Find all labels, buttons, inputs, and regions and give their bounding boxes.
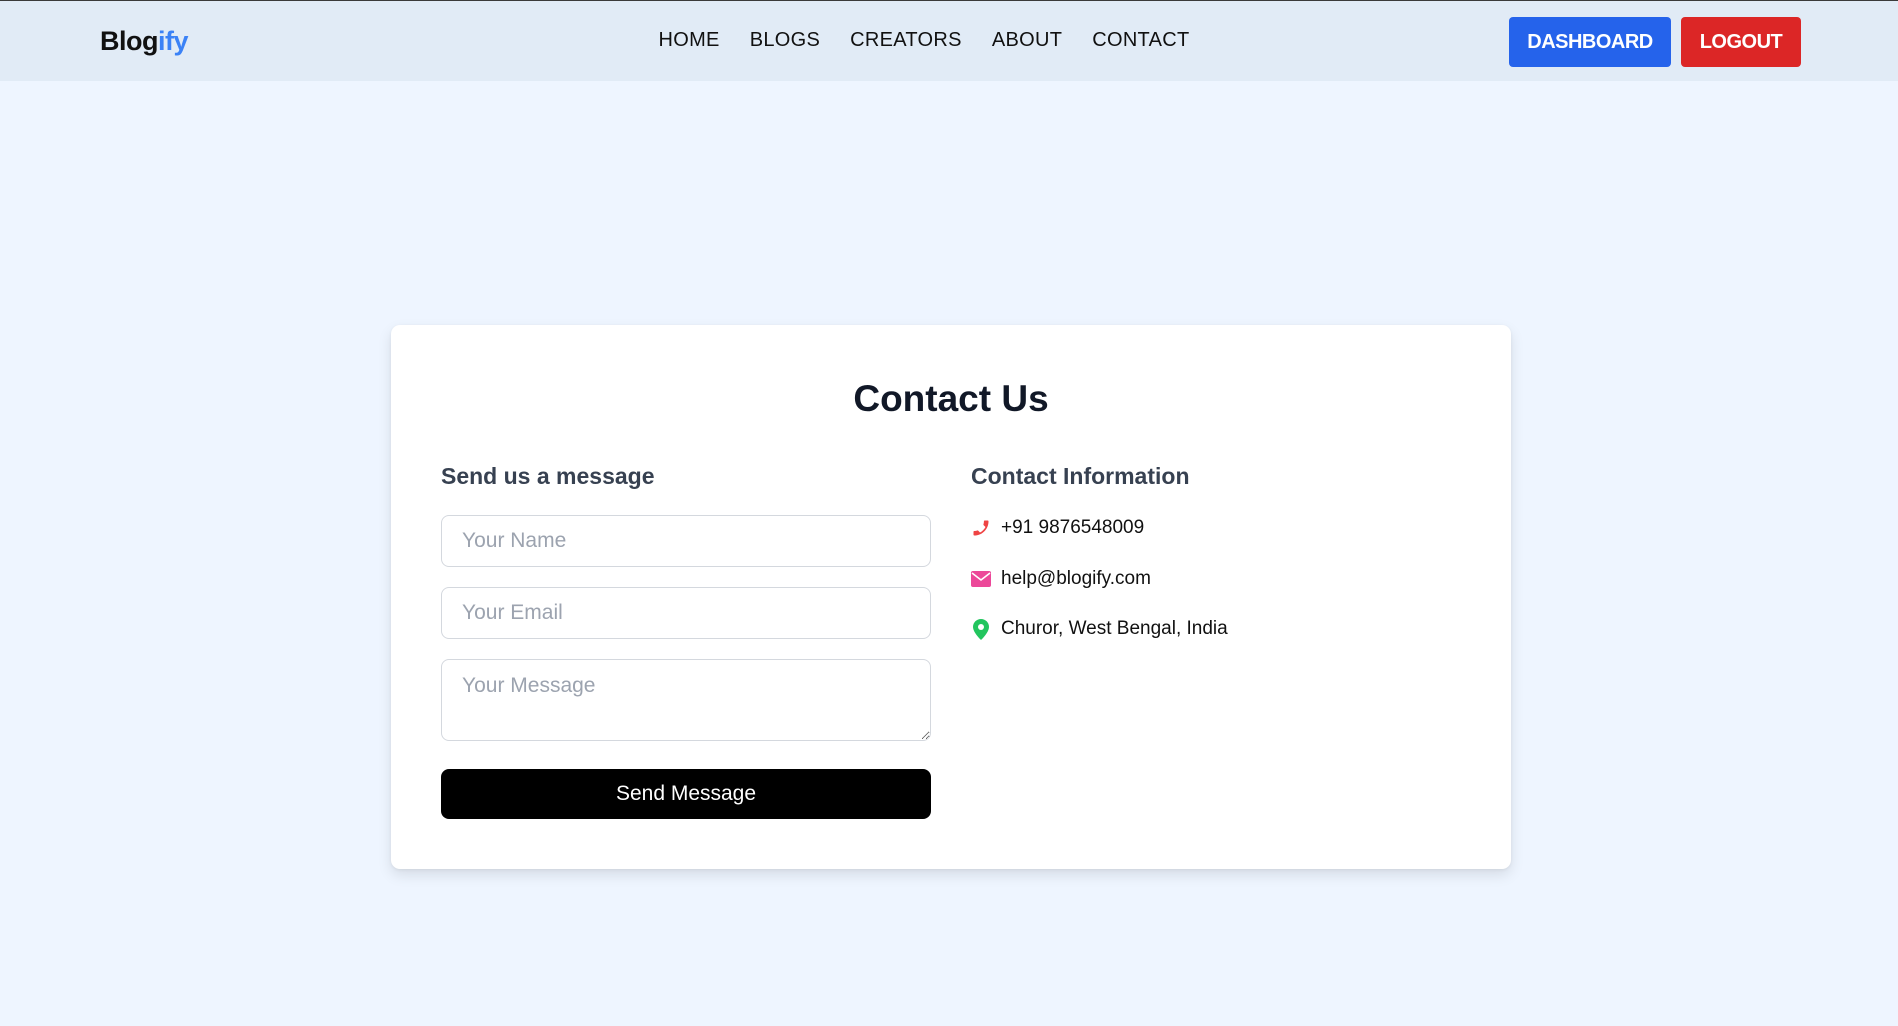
contact-card: Contact Us Send us a message Send Messag… bbox=[391, 325, 1511, 869]
page-title: Contact Us bbox=[853, 378, 1049, 419]
navbar: Blogify HOME BLOGS CREATORS ABOUT CONTAC… bbox=[0, 0, 1898, 81]
nav-creators[interactable]: CREATORS bbox=[850, 29, 962, 52]
send-message-button[interactable]: Send Message bbox=[441, 769, 931, 819]
phone-text[interactable]: +91 9876548009 bbox=[1001, 517, 1144, 539]
info-heading: Contact Information bbox=[971, 463, 1190, 489]
email-text[interactable]: help@blogify.com bbox=[1001, 568, 1151, 590]
nav-about[interactable]: ABOUT bbox=[992, 29, 1062, 52]
nav-home[interactable]: HOME bbox=[659, 29, 720, 52]
logout-button[interactable]: LOGOUT bbox=[1681, 17, 1801, 67]
message-textarea[interactable] bbox=[441, 659, 931, 741]
contact-phone: +91 9876548009 bbox=[971, 517, 1144, 539]
map-pin-icon bbox=[971, 618, 991, 640]
nav-contact[interactable]: CONTACT bbox=[1092, 29, 1189, 52]
contact-email: help@blogify.com bbox=[971, 568, 1151, 590]
phone-icon bbox=[971, 518, 991, 538]
email-input[interactable] bbox=[441, 587, 931, 639]
form-heading: Send us a message bbox=[441, 463, 655, 489]
nav-blogs[interactable]: BLOGS bbox=[750, 29, 820, 52]
envelope-icon bbox=[971, 569, 991, 589]
dashboard-button[interactable]: DASHBOARD bbox=[1509, 17, 1671, 67]
location-text: Churor, West Bengal, India bbox=[1001, 618, 1228, 639]
contact-location: Churor, West Bengal, India bbox=[971, 618, 1228, 640]
name-input[interactable] bbox=[441, 515, 931, 567]
